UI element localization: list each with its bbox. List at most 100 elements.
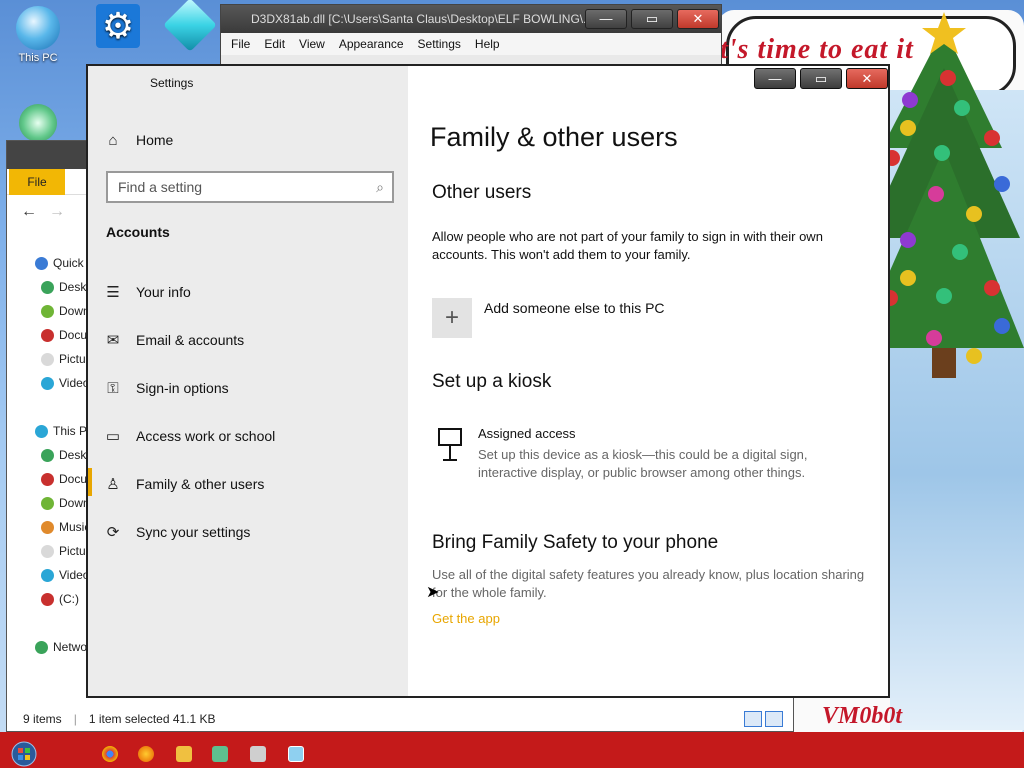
card-signature: VM0b0t xyxy=(822,703,903,729)
selection-info: 1 item selected 41.1 KB xyxy=(88,712,216,726)
tree-item[interactable]: Documents xyxy=(7,467,87,491)
desktop-icon-gem[interactable] xyxy=(163,0,217,52)
sidebar-item-home[interactable]: ⌂ Home xyxy=(104,128,173,152)
tree-item-label: Music xyxy=(59,520,87,534)
get-the-app-link[interactable]: Get the app xyxy=(432,611,500,626)
forward-arrow-icon[interactable]: → xyxy=(49,203,65,221)
menu-settings[interactable]: Settings xyxy=(418,33,461,55)
folder-icon xyxy=(41,449,54,463)
sidebar-item-your-info[interactable]: ☰ Your info xyxy=(104,280,191,304)
other-users-description: Allow people who are not part of your fa… xyxy=(432,229,823,262)
tree-item[interactable]: Network xyxy=(7,635,87,659)
tree-item[interactable]: This PC xyxy=(7,419,87,443)
search-icon[interactable]: ⌕ xyxy=(376,173,384,201)
sidebar-item-access-work[interactable]: ▭ Access work or school xyxy=(104,424,275,448)
close-button[interactable]: ✕ xyxy=(677,9,719,29)
settings-sidebar: Settings ⌂ Home Find a setting ⌕ Account… xyxy=(88,66,408,696)
settings-window[interactable]: Settings ⌂ Home Find a setting ⌕ Account… xyxy=(86,64,890,698)
search-placeholder: Find a setting xyxy=(118,179,203,195)
status-bar: 9 items | 1 item selected 41.1 KB xyxy=(7,707,793,731)
folder-icon xyxy=(41,497,54,511)
firefox-icon[interactable] xyxy=(138,746,154,762)
menu-view[interactable]: View xyxy=(299,33,325,55)
navigation-pane: Quick access Desktop Downloads Documents Pic… xyxy=(7,251,87,659)
tree-item xyxy=(7,611,87,635)
tree-item-label: Downloads xyxy=(59,496,87,510)
desktop-icon-team-os[interactable]: ⚙ xyxy=(88,4,148,50)
file-tab[interactable]: File xyxy=(9,169,65,195)
folder-icon xyxy=(41,593,54,607)
desktop-icon-this-pc[interactable]: This PC xyxy=(8,6,68,64)
mouse-cursor-icon: ➤ xyxy=(426,584,440,601)
sidebar-item-label: Email & accounts xyxy=(136,332,245,348)
tree-item[interactable]: Videos xyxy=(7,371,87,395)
menu-help[interactable]: Help xyxy=(475,33,500,55)
chrome-icon[interactable] xyxy=(102,746,118,762)
background-app-window[interactable]: D3DX81ab.dll [C:\Users\Santa Claus\Deskt… xyxy=(220,4,722,67)
close-button[interactable]: ✕ xyxy=(846,68,888,89)
window-title: D3DX81ab.dll [C:\Users\Santa Claus\Deskt… xyxy=(251,12,594,26)
tree-item[interactable]: Desktop xyxy=(7,275,87,299)
sidebar-item-label: Sync your settings xyxy=(136,524,251,540)
tree-item[interactable]: (C:) xyxy=(7,587,87,611)
section-heading-kiosk: Set up a kiosk xyxy=(432,371,552,392)
tree-item[interactable]: Pictures xyxy=(7,539,87,563)
tree-item[interactable]: Pictures xyxy=(7,347,87,371)
tree-item[interactable]: Downloads xyxy=(7,299,87,323)
sidebar-item-sign-in-options[interactable]: ⚿ Sign-in options xyxy=(104,376,228,400)
maximize-button[interactable]: ▭ xyxy=(631,9,673,29)
gear-icon[interactable] xyxy=(250,746,266,762)
taskbar xyxy=(0,740,1024,768)
large-icons-view-icon[interactable] xyxy=(765,711,783,727)
folder-icon xyxy=(41,473,54,487)
tree-item[interactable]: Quick access xyxy=(7,251,87,275)
window-titlebar[interactable]: D3DX81ab.dll [C:\Users\Santa Claus\Deskt… xyxy=(221,5,721,33)
envelope-icon: ✉ xyxy=(106,332,120,349)
assigned-access-description: Set up this device as a kiosk—this could… xyxy=(478,447,808,480)
sidebar-item-label: Access work or school xyxy=(136,428,276,444)
person-add-icon: ♙ xyxy=(106,476,120,493)
maximize-button[interactable]: ▭ xyxy=(800,68,842,89)
tree-item-label: Desktop xyxy=(59,280,87,294)
menu-bar: File Edit View Appearance Settings Help xyxy=(221,33,721,55)
menu-appearance[interactable]: Appearance xyxy=(339,33,404,55)
window-icon[interactable] xyxy=(288,746,304,762)
start-orb-icon[interactable] xyxy=(4,740,44,768)
sidebar-item-label: Home xyxy=(136,132,174,148)
folder-icon xyxy=(41,281,54,295)
desktop-icon-label: This PC xyxy=(18,52,58,64)
menu-file[interactable]: File xyxy=(231,33,250,55)
tree-item-label: Network xyxy=(53,640,87,654)
app-icon[interactable] xyxy=(212,746,228,762)
add-user-label[interactable]: Add someone else to this PC xyxy=(484,300,665,316)
sync-icon: ⟳ xyxy=(106,524,120,541)
details-view-icon[interactable] xyxy=(744,711,762,727)
add-user-button[interactable]: + xyxy=(432,298,472,338)
tree-item[interactable]: Desktop xyxy=(7,443,87,467)
tree-item-label: Desktop xyxy=(59,448,87,462)
desktop-icon-recycle-bin[interactable] xyxy=(8,104,68,144)
tree-item[interactable]: Downloads xyxy=(7,491,87,515)
tree-item[interactable]: Documents xyxy=(7,323,87,347)
back-arrow-icon[interactable]: ← xyxy=(21,203,37,221)
assigned-access-button[interactable]: Assigned access xyxy=(478,426,576,441)
sidebar-item-label: Your info xyxy=(136,284,191,300)
home-icon: ⌂ xyxy=(108,131,118,149)
key-icon: ⚿ xyxy=(107,379,119,397)
kiosk-icon xyxy=(438,428,462,461)
section-title: Accounts xyxy=(106,224,170,240)
minimize-button[interactable]: — xyxy=(754,68,796,89)
tree-item[interactable]: Videos xyxy=(7,563,87,587)
sidebar-item-email-accounts[interactable]: ✉ Email & accounts xyxy=(104,328,244,352)
menu-edit[interactable]: Edit xyxy=(264,33,285,55)
folder-icon xyxy=(41,329,54,343)
sidebar-item-family-users[interactable]: ♙ Family & other users xyxy=(104,472,264,496)
tree-item[interactable]: Music xyxy=(7,515,87,539)
item-count: 9 items xyxy=(23,712,62,726)
briefcase-icon: ▭ xyxy=(105,428,121,445)
search-input[interactable]: Find a setting ⌕ xyxy=(106,171,394,203)
sidebar-item-sync[interactable]: ⟳ Sync your settings xyxy=(104,520,251,544)
folder-icon[interactable] xyxy=(176,746,192,762)
folder-icon xyxy=(41,521,54,535)
minimize-button[interactable]: — xyxy=(585,9,627,29)
